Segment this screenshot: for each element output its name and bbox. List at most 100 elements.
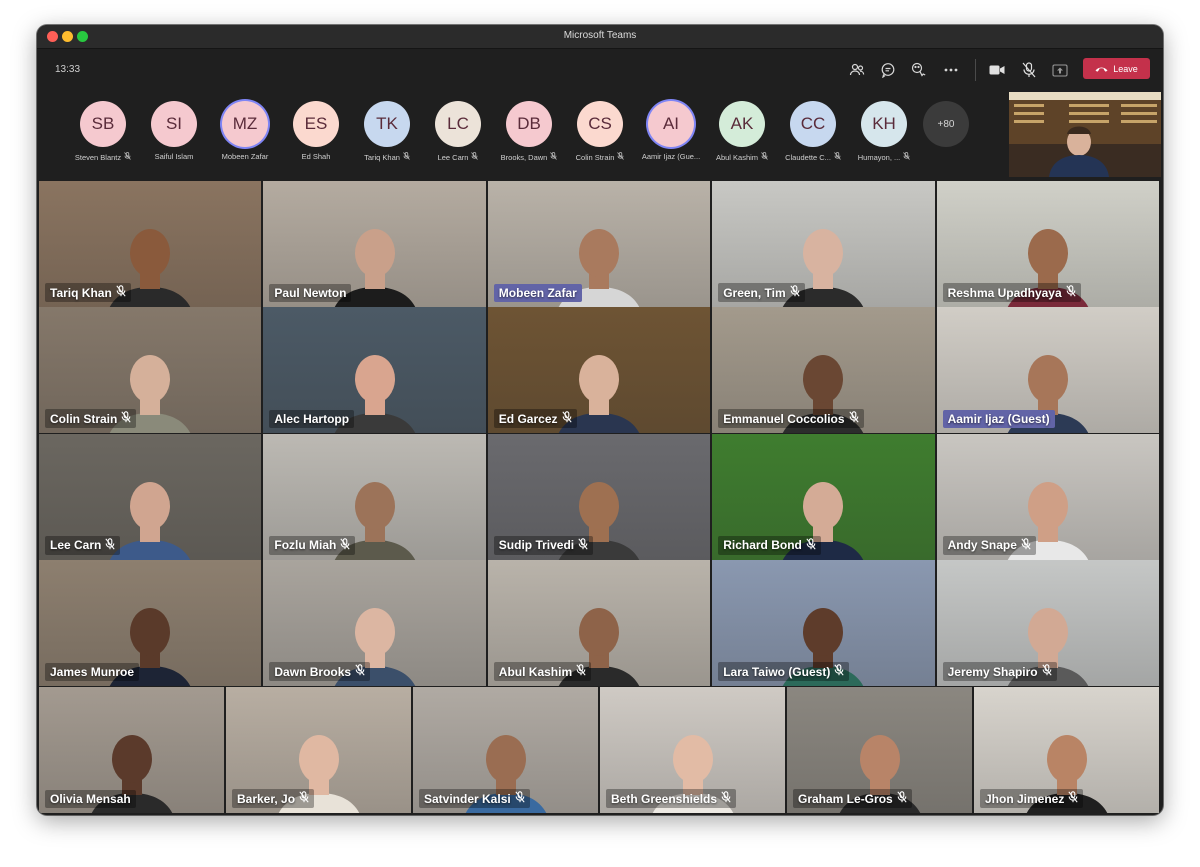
participant-name-tag: Emmanuel Coccolios [718,409,864,429]
participant-avatar-item[interactable]: KH Humayon, ... [849,101,919,162]
tile-participant-name: Reshma Upadhyaya [947,285,1062,300]
video-tile[interactable]: Dawn Brooks [263,560,486,687]
mic-muted-icon [834,152,841,162]
video-tile[interactable]: Paul Newton [263,181,486,307]
tile-participant-name: Colin Strain [50,411,118,426]
video-tile[interactable]: Jhon Jimenez [974,687,1159,813]
self-view-video[interactable] [1009,92,1161,177]
tile-participant-name: Beth Greenshields [611,791,718,806]
video-tile[interactable]: Lara Taiwo (Guest) [712,560,935,687]
video-tile[interactable]: Satvinder Kalsi [413,687,598,813]
tile-participant-name: Emmanuel Coccolios [723,411,845,426]
video-tile[interactable]: Abul Kashim [487,560,711,687]
leave-button[interactable]: Leave [1083,58,1150,79]
tile-participant-name: Lee Carn [50,538,102,553]
video-tile[interactable]: Ed Garcez [487,307,711,434]
video-tile[interactable]: Emmanuel Coccolios [712,307,935,434]
avatar: MZ [222,101,268,147]
meeting-toolbar: 13:33 Leave [37,49,1163,89]
participant-avatar-item[interactable]: CS Colin Strain [565,101,635,162]
tile-participant-name: Jeremy Shapiro [947,664,1038,679]
video-tile[interactable]: Graham Le-Gros [787,687,972,813]
participant-avatar-item[interactable]: AI Aamir Ijaz (Gue... [636,101,706,161]
mic-muted-icon [355,664,365,679]
participant-name-text: Ed Shah [301,152,331,161]
tile-participant-name: Green, Tim [723,285,786,300]
tile-participant-name: Fozlu Miah [274,538,337,553]
video-tile[interactable]: Aamir Ijaz (Guest) [936,307,1159,434]
video-tile[interactable]: Lee Carn [39,433,262,560]
tile-participant-name: Olivia Mensah [50,792,131,806]
camera-icon[interactable] [987,60,1007,80]
video-tile[interactable]: Barker, Jo [226,687,411,813]
video-tile[interactable]: Mobeen Zafar [487,181,711,307]
video-tile[interactable]: James Munroe [39,560,262,687]
participant-name-tag: Barker, Jo [232,789,315,808]
video-tile[interactable]: Andy Snape [936,433,1159,560]
participant-name-tag: Jhon Jimenez [980,789,1084,808]
leave-label: Leave [1113,63,1138,74]
participant-name: Brooks, Dawn [494,152,564,162]
reactions-icon[interactable] [909,60,929,80]
participant-avatar-item[interactable]: CC Claudette C... [778,101,848,162]
participant-name: Aamir Ijaz (Gue... [636,152,706,161]
participant-name: Saiful Islam [139,152,209,161]
video-tile[interactable]: Sudip Trivedi [487,433,711,560]
tile-participant-name: Lara Taiwo (Guest) [723,664,831,679]
participant-name-text: Lee Carn [437,153,469,162]
participant-avatar-item[interactable]: LC Lee Carn [423,101,493,162]
mic-muted-icon [1042,664,1052,679]
video-grid: Tariq Khan Paul Newton Mobeen Zafar Green, … [39,181,1161,813]
participant-name-text: Abul Kashim [715,153,759,162]
tile-participant-name: Richard Bond [723,538,802,553]
video-tile[interactable]: Olivia Mensah [39,687,224,813]
mic-muted-icon [790,285,800,300]
video-tile[interactable]: Reshma Upadhyaya [936,181,1159,307]
avatar: CS [577,101,623,147]
participant-avatar-item[interactable]: SB Steven Blantz [68,101,138,162]
participant-avatar-item[interactable]: MZ Mobeen Zafar [210,101,280,161]
avatar: AI [648,101,694,147]
mic-muted-icon [471,152,479,162]
tile-participant-name: Paul Newton [274,286,347,300]
participant-avatar-item[interactable]: SI Saiful Islam [139,101,209,161]
mic-muted-icon [561,411,572,426]
more-options-icon[interactable] [941,60,961,80]
mic-muted-icon [848,411,859,426]
mic-off-icon[interactable] [1019,60,1039,80]
chat-icon[interactable] [878,60,898,80]
participant-avatar-item[interactable]: DB Brooks, Dawn [494,101,564,162]
participant-avatar-item[interactable]: AK Abul Kashim [707,101,777,162]
participant-avatar-item[interactable]: ES Ed Shah [281,101,351,161]
participant-name-text: Aamir Ijaz (Gue... [641,152,701,161]
people-icon[interactable] [847,60,867,80]
teams-window: Microsoft Teams 13:33 Leave SB Steven Bl… [37,25,1163,815]
toolbar-divider [975,59,976,81]
mic-muted-icon [340,538,351,553]
video-tile[interactable]: Richard Bond [712,433,935,560]
avatar: KH [861,101,907,147]
tile-participant-name: Mobeen Zafar [498,286,577,300]
avatar: SB [80,101,126,147]
video-tile[interactable]: Fozlu Miah [263,433,486,560]
tile-participant-name: Sudip Trivedi [498,538,575,553]
video-tile[interactable]: Colin Strain [39,307,262,434]
video-tile[interactable]: Jeremy Shapiro [936,560,1159,687]
video-tile[interactable]: Alec Hartopp [263,307,486,434]
avatar: LC [435,101,481,147]
mic-muted-icon [806,538,816,553]
participant-name-text: Colin Strain [575,153,615,162]
participant-name-text: Brooks, Dawn [500,153,548,162]
video-tile[interactable]: Beth Greenshields [600,687,785,813]
video-tile[interactable]: Tariq Khan [39,181,262,307]
avatar: SI [151,101,197,147]
share-screen-icon[interactable] [1050,60,1070,80]
participant-name-tag: Abul Kashim [493,662,592,682]
participant-name-tag: Fozlu Miah [269,535,356,555]
mic-muted-icon [299,791,309,806]
participant-avatar-item[interactable]: TK Tariq Khan [352,101,422,162]
tile-participant-name: Satvinder Kalsi [424,791,511,806]
video-tile[interactable]: Green, Tim [712,181,935,307]
tile-participant-name: James Munroe [50,665,135,680]
more-participants-button[interactable]: +80 [911,101,981,147]
